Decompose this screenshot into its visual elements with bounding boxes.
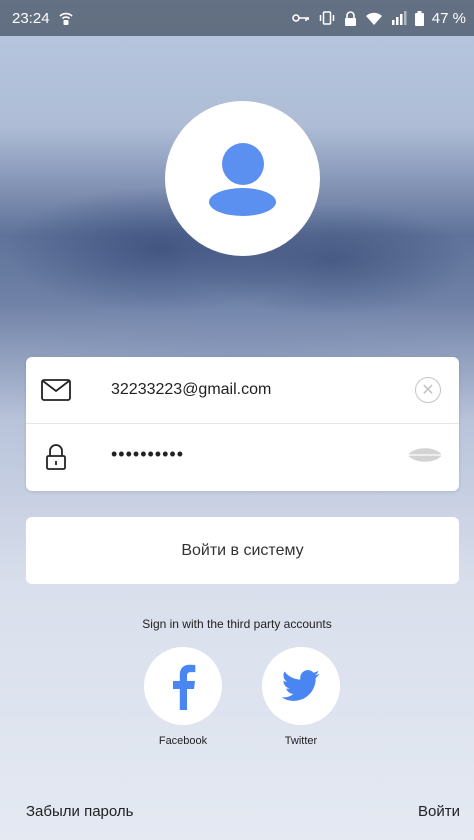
signin-link[interactable]: Войти bbox=[418, 803, 460, 820]
status-bar: 23:24 47 % bbox=[0, 0, 474, 36]
email-row: 32233223@gmail.com ✕ bbox=[26, 357, 459, 424]
wifi-icon bbox=[365, 12, 382, 25]
login-form: 32233223@gmail.com ✕ •••••••••• bbox=[26, 357, 459, 491]
clear-icon[interactable]: ✕ bbox=[415, 377, 441, 403]
password-field[interactable]: •••••••••• bbox=[111, 444, 184, 465]
avatar-head bbox=[222, 143, 264, 185]
forgot-password-link[interactable]: Забыли пароль bbox=[26, 803, 133, 820]
battery-icon bbox=[414, 10, 424, 26]
third-party-label: Sign in with the third party accounts bbox=[142, 617, 332, 631]
signal-icon bbox=[391, 11, 407, 25]
battery-percent: 47 % bbox=[431, 9, 466, 27]
vpn-key-icon bbox=[291, 14, 309, 22]
eye-icon[interactable] bbox=[407, 444, 443, 471]
status-time: 23:24 bbox=[12, 9, 50, 27]
login-button[interactable]: Войти в систему bbox=[26, 517, 459, 584]
facebook-button[interactable] bbox=[144, 647, 222, 725]
facebook-icon bbox=[173, 664, 196, 710]
twitter-icon bbox=[281, 670, 320, 701]
email-field[interactable]: 32233223@gmail.com bbox=[111, 381, 271, 399]
avatar bbox=[165, 101, 320, 256]
twitter-label: Twitter bbox=[284, 735, 318, 747]
password-row: •••••••••• bbox=[26, 424, 459, 490]
vibrate-icon bbox=[319, 11, 335, 25]
mail-icon bbox=[41, 379, 71, 401]
lock-icon bbox=[46, 444, 66, 470]
avatar-body bbox=[209, 188, 276, 216]
lock-icon bbox=[344, 10, 356, 26]
facebook-label: Facebook bbox=[158, 735, 208, 747]
wifi-hotspot-icon bbox=[58, 12, 73, 25]
twitter-button[interactable] bbox=[262, 647, 340, 725]
